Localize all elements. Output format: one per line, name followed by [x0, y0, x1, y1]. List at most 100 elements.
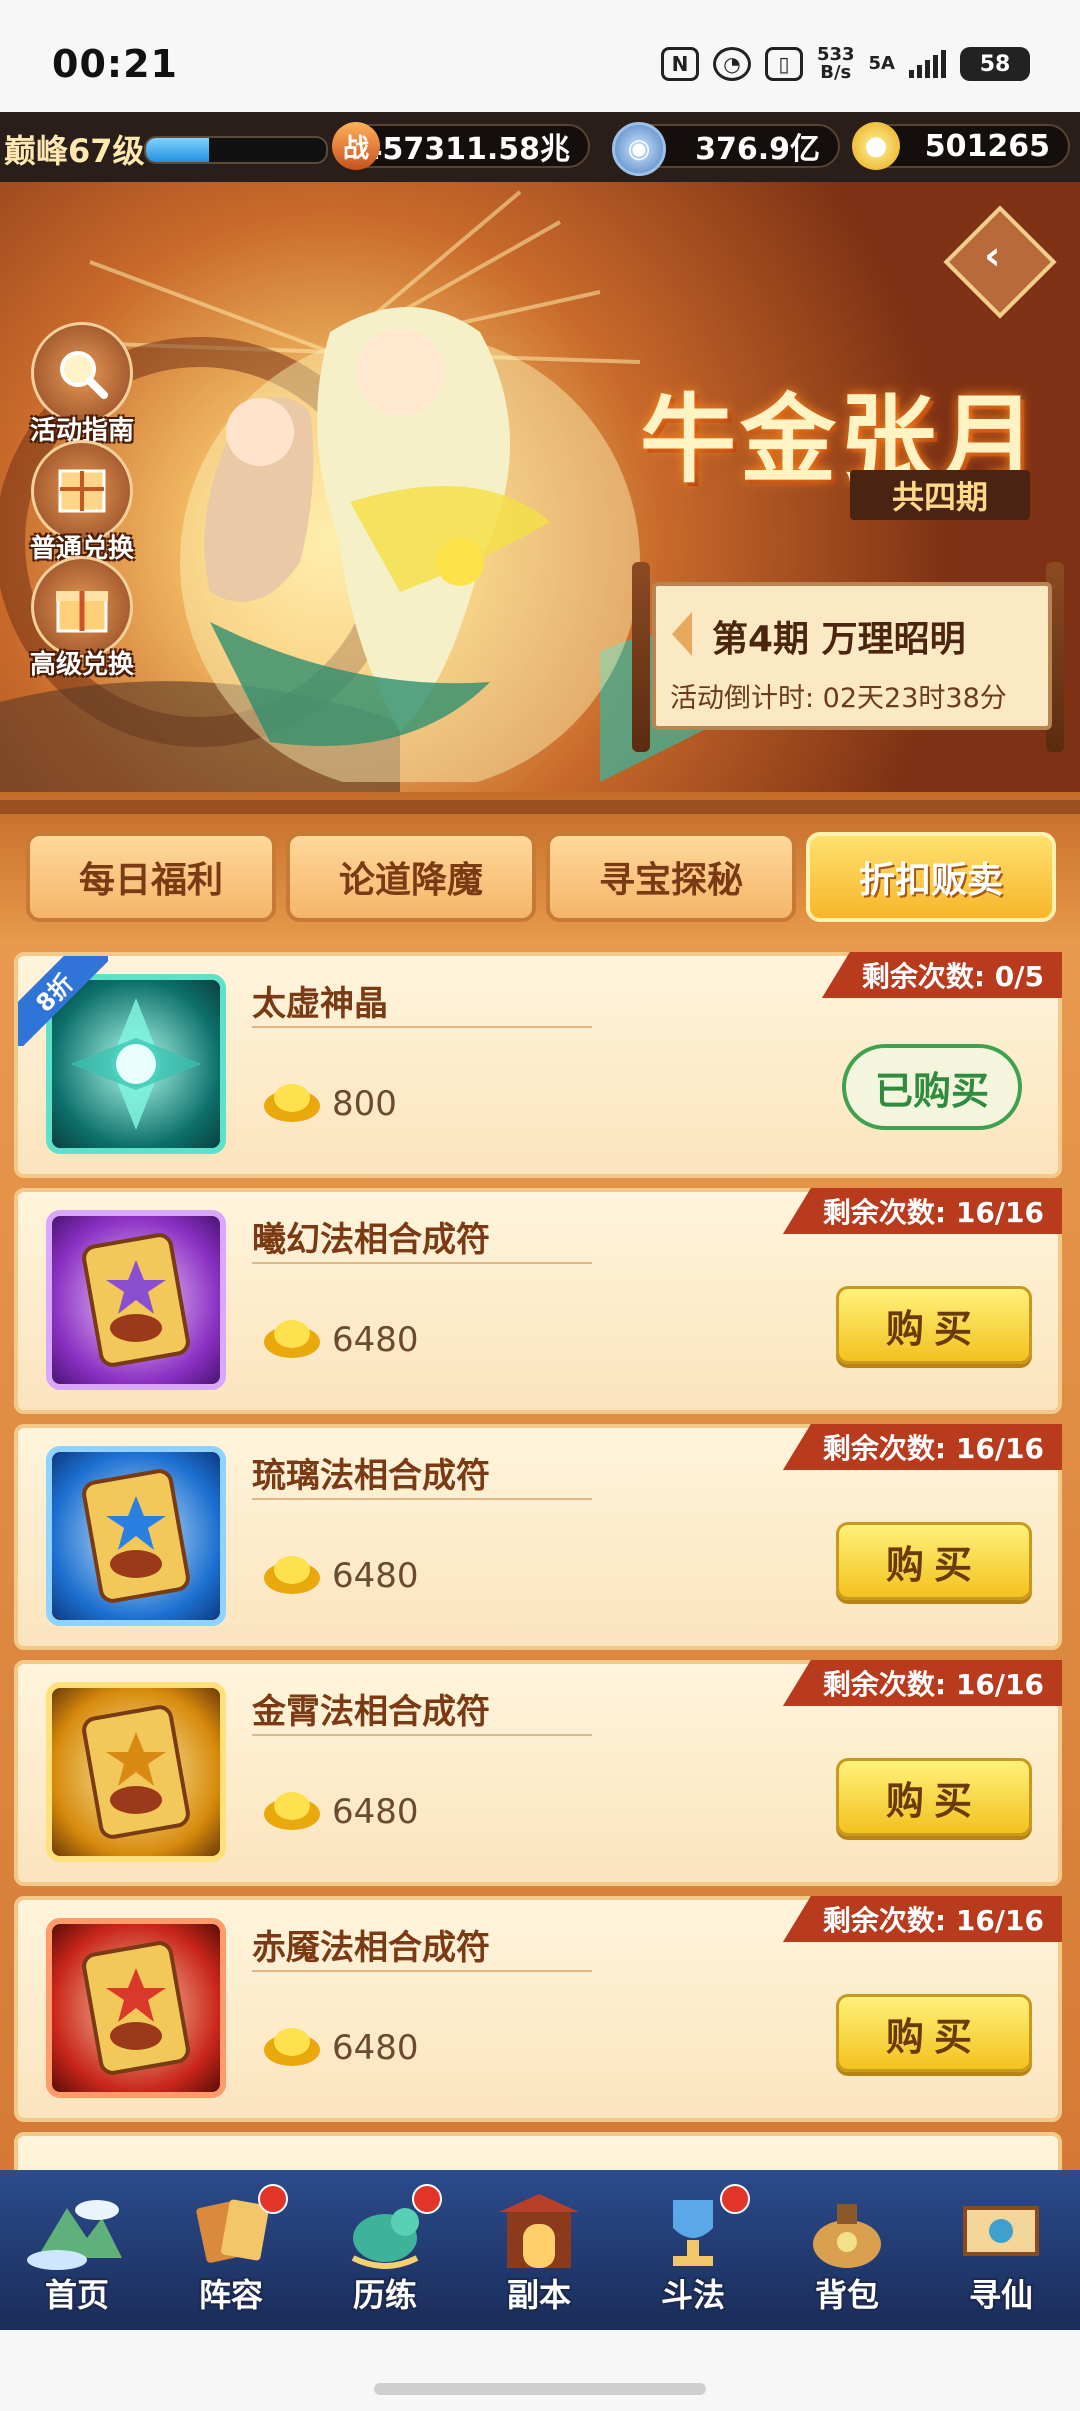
net-speed-unit: B/s	[820, 62, 852, 83]
list-item: 曦幻法相合成符 6480 剩余次数: 16/16 购买	[14, 1188, 1062, 1414]
bottom-nav: 首页 阵容 历练 副本 斗法 背包 寻仙	[0, 2170, 1080, 2330]
nav-dungeon-label: 副本	[506, 2276, 571, 2314]
nav-lineup-label: 阵容	[198, 2276, 263, 2314]
coin-counter[interactable]: ◉ 376.9亿	[612, 122, 840, 176]
xihuan-talisman-icon	[46, 1210, 226, 1390]
list-item-partial	[14, 2132, 1062, 2170]
normal-exchange-button[interactable]: 普通兑换	[30, 440, 134, 565]
buy-button[interactable]: 购买	[836, 1286, 1032, 1364]
nav-training[interactable]: 历练	[308, 2170, 462, 2330]
nav-training-label: 历练	[352, 2276, 417, 2314]
event-banner: ‹ 牛金张月 共四期 活动指南 普通兑换 高级兑换 第4期 万理昭明 活动倒计时…	[0, 182, 1080, 792]
remaining-count: 剩余次数: 16/16	[782, 1896, 1062, 1942]
item-price: 800	[332, 1084, 397, 1124]
gift-icon	[31, 556, 133, 658]
period-title: 第4期 万理昭明	[712, 619, 966, 660]
tab-strip: 每日福利 论道降魔 寻宝探秘 折扣贩卖	[0, 792, 1080, 942]
coin-icon: ◉	[612, 122, 666, 176]
vibrate-icon: ▯	[764, 47, 803, 81]
nav-seek-immortal-label: 寻仙	[968, 2276, 1033, 2314]
remaining-count: 剩余次数: 16/16	[782, 1424, 1062, 1470]
item-divider	[252, 1734, 592, 1736]
prev-period-icon[interactable]	[672, 612, 692, 656]
status-time: 00:21	[52, 42, 178, 86]
nav-duel[interactable]: 斗法	[616, 2170, 770, 2330]
tab-discount-sale[interactable]: 折扣贩卖	[806, 832, 1056, 922]
nav-dungeon[interactable]: 副本	[462, 2170, 616, 2330]
ingot-counter[interactable]: ● 501265	[852, 122, 1070, 170]
ingot-icon: ●	[852, 122, 900, 170]
advanced-exchange-button[interactable]: 高级兑换	[30, 556, 134, 681]
exp-fill	[146, 138, 209, 162]
item-name: 赤魇法相合成符	[252, 1928, 490, 1968]
resource-bar: 巅峰67级 战 457311.58兆 ◉ 376.9亿 ● 501265	[0, 112, 1080, 182]
back-arrow-icon: ‹	[984, 232, 1001, 279]
liuli-talisman-icon	[46, 1446, 226, 1626]
nfc-icon: N	[660, 47, 699, 81]
gift-box-icon	[31, 440, 133, 542]
purchased-badge: 已购买	[842, 1044, 1022, 1130]
signal-label: 5A	[868, 53, 895, 74]
item-price: 6480	[332, 1792, 419, 1832]
exp-bar	[144, 136, 328, 164]
item-price: 6480	[332, 1320, 419, 1360]
status-bar: 00:21 N ◔ ▯ 533 B/s 5A 58	[0, 0, 1080, 112]
scroll-post-left	[632, 562, 650, 752]
discount-badge: 8折	[18, 956, 108, 1046]
goddess-illustration	[180, 307, 640, 782]
item-divider	[252, 1026, 592, 1028]
home-icon	[27, 2200, 122, 2270]
jinxiao-talisman-icon	[46, 1682, 226, 1862]
item-divider	[252, 1498, 592, 1500]
tab-daily-welfare[interactable]: 每日福利	[26, 832, 276, 922]
scroll-icon	[963, 2206, 1039, 2256]
home-indicator[interactable]	[374, 2383, 706, 2395]
item-price: 6480	[332, 2028, 419, 2068]
ingot-icon	[264, 1792, 320, 1830]
battle-power-value: 457311.58兆	[361, 132, 570, 167]
chiyan-talisman-icon	[46, 1918, 226, 2098]
nav-seek-immortal[interactable]: 寻仙	[924, 2170, 1078, 2330]
countdown-text: 活动倒计时: 02天23时38分	[670, 683, 1007, 714]
remaining-count: 剩余次数: 16/16	[782, 1660, 1062, 1706]
advanced-exchange-label: 高级兑换	[30, 650, 135, 680]
battle-power: 战 457311.58兆	[332, 122, 590, 170]
ingot-icon	[264, 1556, 320, 1594]
training-red-dot	[412, 2184, 442, 2214]
ingot-icon	[264, 2028, 320, 2066]
ingot-icon	[264, 1084, 320, 1122]
nav-home[interactable]: 首页	[0, 2170, 154, 2330]
status-icons: N ◔ ▯ 533 B/s 5A 58	[660, 46, 1030, 83]
nav-home-label: 首页	[44, 2276, 109, 2314]
duel-red-dot	[720, 2184, 750, 2214]
gate-icon	[499, 2194, 579, 2268]
tab-treasure-hunt[interactable]: 寻宝探秘	[546, 832, 796, 922]
lineup-red-dot	[258, 2184, 288, 2214]
item-list: 8折 太虚神晶 800 剩余次数: 0/5 已购买 曦幻法相合成符 6480 剩…	[0, 942, 1080, 2170]
remaining-count: 剩余次数: 16/16	[782, 1188, 1062, 1234]
tab-demon-slaying[interactable]: 论道降魔	[286, 832, 536, 922]
coin-value: 376.9亿	[695, 132, 820, 167]
list-item: 琉璃法相合成符 6480 剩余次数: 16/16 购买	[14, 1424, 1062, 1650]
item-divider	[252, 1262, 592, 1264]
alarm-icon: ◔	[712, 47, 751, 81]
item-name: 金霄法相合成符	[252, 1692, 490, 1732]
list-item: 赤魇法相合成符 6480 剩余次数: 16/16 购买	[14, 1896, 1062, 2122]
buy-button[interactable]: 购买	[836, 1758, 1032, 1836]
list-item: 金霄法相合成符 6480 剩余次数: 16/16 购买	[14, 1660, 1062, 1886]
discount-label: 8折	[18, 956, 108, 1046]
battle-icon: 战	[332, 122, 380, 170]
signal-icon	[909, 50, 946, 78]
ingot-value: 501265	[924, 128, 1050, 164]
nav-bag[interactable]: 背包	[770, 2170, 924, 2330]
nav-bag-label: 背包	[814, 2276, 879, 2314]
nav-duel-label: 斗法	[660, 2276, 725, 2314]
ingot-icon	[264, 1320, 320, 1358]
guide-button[interactable]: 活动指南	[30, 322, 134, 447]
system-nav-area	[0, 2330, 1080, 2411]
player-level: 巅峰67级	[4, 132, 145, 170]
buy-button[interactable]: 购买	[836, 1994, 1032, 2072]
nav-lineup[interactable]: 阵容	[154, 2170, 308, 2330]
bag-icon	[813, 2204, 881, 2268]
buy-button[interactable]: 购买	[836, 1522, 1032, 1600]
